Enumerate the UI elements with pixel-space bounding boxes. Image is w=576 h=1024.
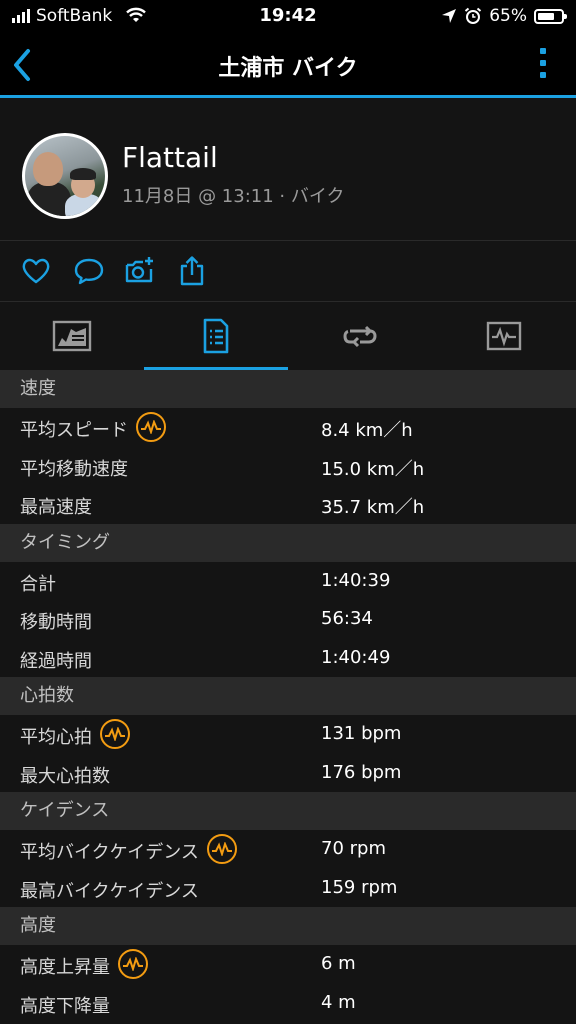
- stat-row: 最高バイクケイデンス 159 rpm: [0, 868, 576, 907]
- section-header-cadence: ケイデンス: [0, 792, 576, 830]
- stat-label: 平均スピード: [20, 420, 128, 441]
- section-header-elevation: 高度: [0, 907, 576, 945]
- activity-owner: Flattail 11月8日 @ 13:11 · バイク: [0, 101, 576, 241]
- avatar[interactable]: [22, 133, 108, 219]
- tab-charts[interactable]: [432, 302, 576, 370]
- comment-bubble-icon[interactable]: [73, 255, 105, 287]
- user-name[interactable]: Flattail: [122, 141, 218, 174]
- stat-row: 最高速度 35.7 km／h: [0, 485, 576, 524]
- stat-value: 1:40:39: [321, 569, 391, 591]
- like-heart-icon[interactable]: [20, 255, 52, 287]
- stat-value: 1:40:49: [321, 646, 391, 668]
- activity-meta: 11月8日 @ 13:11 · バイク: [122, 186, 345, 207]
- stat-value: 56:34: [321, 608, 373, 629]
- stat-row: 平均心拍 131 bpm: [0, 715, 576, 754]
- stat-row: 経過時間 1:40:49: [0, 638, 576, 677]
- stat-label: 最高速度: [20, 497, 92, 518]
- action-bar: [0, 241, 576, 302]
- stat-value: 35.7 km／h: [321, 497, 425, 518]
- stat-label: 平均移動速度: [20, 458, 128, 480]
- stats-list: 速度 平均スピード 8.4 km／h 平均移動速度 15.0 km／h 最高速度…: [0, 370, 576, 1022]
- stat-label: 高度上昇量: [20, 957, 110, 978]
- battery-percent: 65%: [489, 6, 527, 26]
- alarm-icon: [465, 7, 482, 24]
- stat-value: 4 m: [321, 991, 356, 1013]
- stats-list-icon: [203, 318, 229, 354]
- stat-value: 176 bpm: [321, 761, 402, 783]
- stat-value: 70 rpm: [321, 838, 386, 859]
- status-bar: SoftBank 19:42 65%: [0, 0, 576, 32]
- heart-rate-chart-icon: [486, 321, 522, 351]
- status-right: 65%: [441, 6, 567, 26]
- tab-laps[interactable]: [288, 302, 432, 370]
- stat-label: 高度下降量: [20, 995, 110, 1017]
- stat-value: 131 bpm: [321, 723, 402, 744]
- section-header-timing: タイミング: [0, 523, 576, 562]
- stat-label: 経過時間: [20, 650, 92, 672]
- stat-label: 最大心拍数: [20, 765, 110, 787]
- stat-row: 高度上昇量 6 m: [0, 945, 576, 984]
- tab-overview[interactable]: [0, 302, 144, 370]
- stat-row: 平均バイクケイデンス 70 rpm: [0, 830, 576, 869]
- stat-row: 合計 1:40:39: [0, 561, 576, 600]
- stat-row: 平均スピード 8.4 km／h: [0, 408, 576, 447]
- battery-icon: [534, 8, 567, 24]
- stat-row: 平均移動速度 15.0 km／h: [0, 446, 576, 485]
- tab-stats[interactable]: [144, 302, 288, 370]
- insight-wave-icon[interactable]: [206, 834, 237, 864]
- stat-label: 合計: [20, 573, 56, 595]
- nav-bar: 土浦市 バイク: [0, 32, 576, 98]
- stat-value: 15.0 km／h: [321, 458, 425, 480]
- stat-row: 最大心拍数 176 bpm: [0, 753, 576, 792]
- stat-row: 高度下降量 4 m: [0, 983, 576, 1022]
- more-menu-icon[interactable]: [540, 48, 546, 78]
- section-header-heart-rate: 心拍数: [0, 677, 576, 715]
- stat-label: 移動時間: [20, 612, 92, 633]
- add-photo-camera-icon[interactable]: [124, 255, 156, 287]
- stat-label: 最高バイクケイデンス: [20, 880, 199, 902]
- insight-wave-icon[interactable]: [100, 719, 130, 749]
- stat-row: 移動時間 56:34: [0, 600, 576, 639]
- activity-tabs: [0, 302, 576, 370]
- share-icon[interactable]: [176, 255, 208, 287]
- location-arrow-icon: [442, 9, 457, 23]
- stat-label: 平均心拍: [20, 727, 92, 748]
- stat-label-wrap: 平均スピード: [20, 412, 166, 442]
- laps-loop-icon: [343, 325, 377, 348]
- section-header-speed: 速度: [0, 370, 576, 408]
- stat-value: 159 rpm: [321, 876, 398, 898]
- insight-wave-icon[interactable]: [118, 949, 148, 979]
- stat-label: 平均バイクケイデンス: [20, 842, 199, 863]
- page-title: 土浦市 バイク: [218, 56, 358, 81]
- insight-wave-icon[interactable]: [136, 412, 166, 442]
- stat-value: 8.4 km／h: [321, 420, 413, 441]
- stat-value: 6 m: [321, 953, 356, 974]
- overview-chart-icon: [52, 320, 92, 352]
